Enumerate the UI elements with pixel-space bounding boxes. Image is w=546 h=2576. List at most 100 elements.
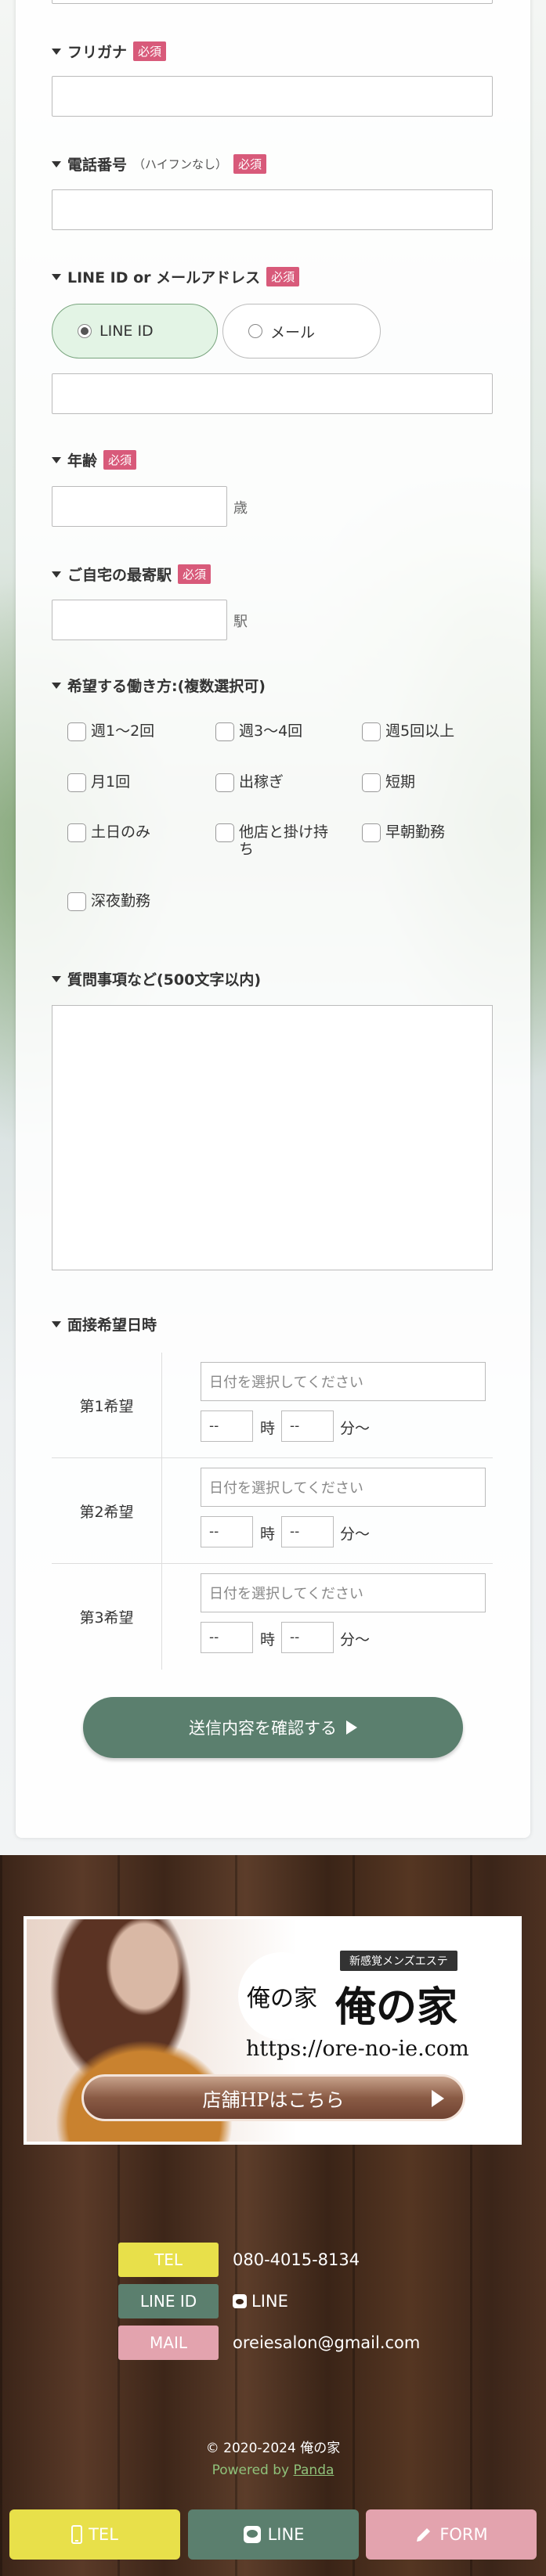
tel-value[interactable]: 080-4015-8134: [233, 2250, 360, 2269]
required-badge: 必須: [133, 41, 167, 61]
contact-tel-row: TEL 080-4015-8134: [118, 2243, 360, 2277]
checkbox-early-morning[interactable]: 早朝勤務: [362, 823, 445, 842]
station-input[interactable]: [52, 600, 227, 640]
checkbox-icon: [362, 823, 381, 842]
powered-by-prefix: Powered by: [212, 2463, 294, 2478]
radio-unselected-icon: [248, 324, 262, 338]
hour-select[interactable]: --: [201, 1622, 253, 1653]
contact-label: LINE ID or メールアドレス 必須: [52, 266, 300, 287]
interview-row-2: 第2希望 日付を選択してください -- 時 -- 分〜: [52, 1458, 493, 1564]
checkbox-weekly-1-2[interactable]: 週1〜2回: [67, 722, 154, 741]
required-badge: 必須: [178, 564, 212, 584]
triangle-icon: [52, 48, 61, 55]
date-picker-input[interactable]: 日付を選択してください: [201, 1573, 486, 1612]
checkbox-weekly-5-plus[interactable]: 週5回以上: [362, 722, 454, 741]
minute-label: 分〜: [340, 1526, 371, 1543]
checkbox-label: 他店と掛け持ち: [239, 823, 329, 858]
questions-label-text: 質問事項など(500文字以内): [67, 971, 262, 989]
checkbox-late-night[interactable]: 深夜勤務: [67, 892, 150, 911]
checkbox-icon: [67, 722, 86, 741]
furigana-label-text: フリガナ: [67, 44, 128, 61]
panda-link[interactable]: Panda: [294, 2463, 334, 2478]
mail-value[interactable]: oreiesalon@gmail.com: [233, 2333, 420, 2352]
line-value[interactable]: LINE: [233, 2292, 288, 2311]
triangle-icon: [52, 975, 61, 982]
mail-tag: MAIL: [118, 2326, 219, 2360]
line-icon: [233, 2294, 247, 2308]
age-input[interactable]: [52, 486, 227, 527]
play-arrow-icon: [432, 2090, 444, 2107]
powered-by: Powered by Panda: [0, 2463, 546, 2478]
phone-input[interactable]: [52, 189, 493, 230]
checkbox-weekends[interactable]: 土日のみ: [67, 823, 150, 842]
contact-mail-row: MAIL oreiesalon@gmail.com: [118, 2326, 420, 2360]
required-badge: 必須: [266, 267, 300, 286]
bottom-form-button[interactable]: FORM: [366, 2509, 537, 2560]
station-label-text: ご自宅の最寄駅: [67, 567, 172, 584]
bottom-tel-button[interactable]: TEL: [9, 2509, 180, 2560]
checkbox-label: 早朝勤務: [385, 823, 446, 841]
radio-line-id[interactable]: LINE ID: [52, 304, 218, 358]
bottom-action-bar: TEL LINE FORM: [0, 2509, 546, 2576]
interview-label: 面接希望日時: [52, 1313, 157, 1335]
hour-label: 時: [260, 1420, 276, 1437]
checkbox-monthly-1[interactable]: 月1回: [67, 773, 130, 792]
age-unit: 歳: [233, 500, 248, 517]
bottom-tel-label: TEL: [89, 2525, 118, 2544]
checkbox-label: 週3〜4回: [239, 722, 303, 740]
name-input[interactable]: [52, 0, 493, 4]
interview-table: 第1希望 日付を選択してください -- 時 -- 分〜 第2希望 日付を選択して…: [52, 1353, 493, 1670]
minute-select[interactable]: --: [281, 1516, 334, 1547]
age-label: 年齢 必須: [52, 449, 137, 470]
bottom-line-button[interactable]: LINE: [188, 2509, 359, 2560]
shop-hp-button-label: 店舗HPはこちら: [202, 2088, 345, 2111]
triangle-icon: [52, 571, 61, 578]
interview-row-name: 第2希望: [79, 1503, 134, 1521]
bottom-line-label: LINE: [267, 2525, 305, 2544]
line-value-text: LINE: [251, 2292, 288, 2311]
station-unit: 駅: [233, 614, 248, 630]
confirm-submit-button[interactable]: 送信内容を確認する: [83, 1697, 463, 1758]
radio-mail-label: メール: [270, 323, 316, 341]
station-label: ご自宅の最寄駅 必須: [52, 564, 212, 585]
confirm-submit-label: 送信内容を確認する: [189, 1719, 337, 1738]
contact-input[interactable]: [52, 373, 493, 414]
hour-select[interactable]: --: [201, 1516, 253, 1547]
shop-hp-button[interactable]: 店舗HPはこちら: [81, 2074, 465, 2121]
checkbox-icon: [67, 823, 86, 842]
hour-select[interactable]: --: [201, 1410, 253, 1442]
banner-title: 俺の家: [335, 1983, 458, 2031]
questions-label: 質問事項など(500文字以内): [52, 968, 261, 989]
checkbox-icon: [362, 722, 381, 741]
pencil-icon: [417, 2528, 431, 2542]
furigana-input[interactable]: [52, 76, 493, 117]
questions-textarea[interactable]: [52, 1005, 493, 1270]
radio-mail[interactable]: メール: [222, 304, 381, 358]
minute-select[interactable]: --: [281, 1410, 334, 1442]
checkbox-label: 短期: [385, 773, 416, 791]
age-label-text: 年齢: [67, 452, 98, 470]
checkbox-label: 週1〜2回: [91, 722, 155, 740]
contact-line-row: LINE ID LINE: [118, 2284, 288, 2318]
interview-row-name: 第3希望: [79, 1609, 134, 1627]
triangle-icon: [52, 682, 61, 689]
line-id-tag: LINE ID: [118, 2284, 219, 2318]
checkbox-label: 土日のみ: [91, 823, 151, 841]
shop-banner[interactable]: 俺の家 新感覚メンズエステ 俺の家 https://ore-no-ie.com …: [24, 1916, 522, 2145]
date-picker-input[interactable]: 日付を選択してください: [201, 1468, 486, 1507]
radio-line-id-label: LINE ID: [99, 322, 154, 340]
interview-row-name: 第1希望: [79, 1397, 134, 1415]
contact-label-text: LINE ID or メールアドレス: [67, 269, 261, 286]
phone-note: （ハイフンなし）: [133, 157, 228, 171]
checkbox-weekly-3-4[interactable]: 週3〜4回: [215, 722, 302, 741]
minute-label: 分〜: [340, 1631, 371, 1648]
banner-url: https://ore-no-ie.com: [246, 2037, 469, 2061]
minute-select[interactable]: --: [281, 1622, 334, 1653]
date-picker-input[interactable]: 日付を選択してください: [201, 1362, 486, 1401]
phone-icon: [71, 2525, 83, 2544]
phone-label: 電話番号 （ハイフンなし） 必須: [52, 153, 267, 175]
checkbox-dekasegi[interactable]: 出稼ぎ: [215, 773, 284, 792]
checkbox-short-term[interactable]: 短期: [362, 773, 415, 792]
phone-label-text: 電話番号: [67, 157, 128, 174]
checkbox-other-shop[interactable]: 他店と掛け持ち: [215, 823, 333, 858]
